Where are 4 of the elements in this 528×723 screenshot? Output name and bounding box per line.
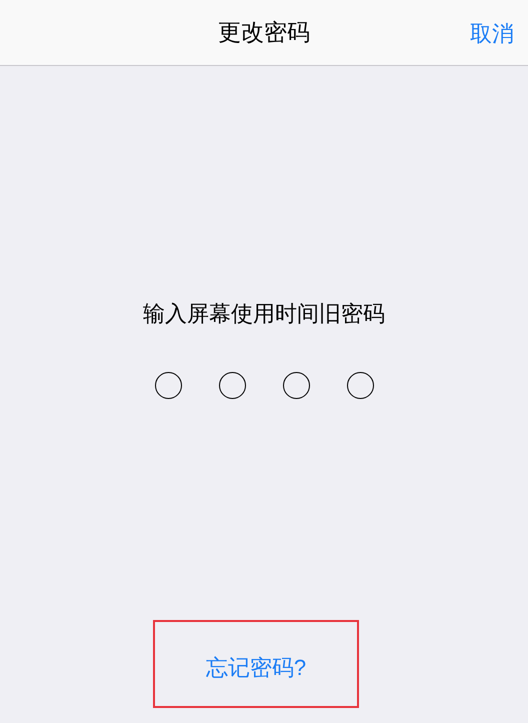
passcode-prompt: 输入屏幕使用时间旧密码 [143, 300, 385, 328]
cancel-button[interactable]: 取消 [470, 17, 514, 50]
forgot-passcode-link[interactable]: 忘记密码? [206, 650, 306, 684]
nav-title: 更改密码 [218, 18, 310, 48]
